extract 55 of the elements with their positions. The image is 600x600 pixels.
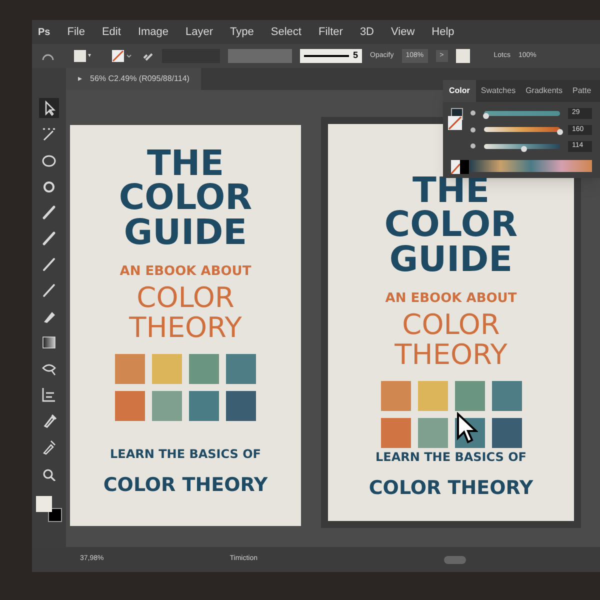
channel-icon bbox=[470, 126, 476, 133]
panel-tab[interactable]: Color bbox=[443, 80, 476, 102]
cover-title: THE bbox=[146, 147, 224, 182]
tool-icon bbox=[40, 203, 58, 221]
cover-footer: LEARN THE BASICS OF bbox=[110, 445, 261, 464]
menu-item[interactable]: View bbox=[391, 24, 415, 40]
cover-footer-title: COLOR THEORY bbox=[103, 473, 268, 498]
tool-icon bbox=[40, 385, 58, 403]
cover-topic: COLOR bbox=[136, 283, 234, 313]
color-slider[interactable] bbox=[484, 127, 560, 132]
tool-icon bbox=[40, 229, 58, 247]
channel-icon bbox=[470, 143, 476, 150]
cover-title: GUIDE bbox=[124, 216, 248, 250]
cover-footer: LEARN THE BASICS OF bbox=[376, 448, 526, 466]
width-field[interactable] bbox=[228, 49, 292, 63]
channel-icon bbox=[470, 110, 476, 116]
menu-item[interactable]: Image bbox=[138, 24, 169, 40]
cover-topic: THEORY bbox=[129, 312, 242, 342]
menu-item[interactable]: File bbox=[67, 24, 85, 40]
slider-thumb[interactable] bbox=[520, 146, 527, 152]
stroke-color-icon[interactable] bbox=[112, 49, 134, 63]
panel-tab[interactable]: Swatches bbox=[476, 80, 521, 102]
slider-thumb[interactable] bbox=[482, 112, 489, 119]
app-logo: Ps bbox=[38, 26, 50, 40]
document-tab[interactable]: ▸ 56% C2.49% (R095/88/114) bbox=[66, 68, 202, 90]
menu-item[interactable]: Edit bbox=[102, 24, 121, 40]
foreground-color-swatch[interactable] bbox=[36, 496, 62, 522]
cover-title: THE bbox=[412, 174, 490, 208]
menu-item[interactable]: Select bbox=[270, 24, 302, 40]
color-picker-swatch-small[interactable] bbox=[451, 160, 469, 174]
tool-icon bbox=[40, 281, 58, 299]
tool-icon bbox=[40, 255, 58, 273]
color-slider[interactable] bbox=[484, 110, 560, 116]
cover-footer-title: COLOR THEORY bbox=[368, 476, 534, 502]
cover-subtitle: AN EBOOK ABOUT bbox=[385, 290, 517, 308]
cover-title: GUIDE bbox=[389, 242, 513, 277]
cover-title: COLOR bbox=[384, 208, 518, 243]
cover-subtitle: AN EBOOK ABOUT bbox=[120, 262, 252, 281]
panel-tab[interactable]: Gradkents bbox=[520, 80, 568, 102]
color-spectrum[interactable] bbox=[470, 160, 592, 172]
stroke-width-field[interactable]: 5 bbox=[300, 49, 362, 63]
color-picker-swatch[interactable] bbox=[451, 108, 462, 130]
menu-item[interactable]: 3D bbox=[360, 24, 374, 40]
color-slider[interactable] bbox=[484, 144, 560, 149]
cover-title: COLOR bbox=[118, 181, 252, 216]
cover-topic: COLOR bbox=[402, 310, 500, 340]
cover-topic: THEORY bbox=[394, 340, 508, 370]
panel-tab[interactable]: Patte bbox=[567, 80, 596, 102]
menu-item[interactable]: Help bbox=[432, 24, 454, 40]
menu-item[interactable]: Filter bbox=[318, 24, 343, 40]
tool-button[interactable] bbox=[39, 98, 59, 118]
menu-item[interactable]: Layer bbox=[186, 24, 214, 40]
color-swatch-picker[interactable] bbox=[456, 49, 470, 63]
menu-item[interactable]: Type bbox=[230, 24, 254, 40]
slider-thumb[interactable] bbox=[557, 129, 563, 136]
